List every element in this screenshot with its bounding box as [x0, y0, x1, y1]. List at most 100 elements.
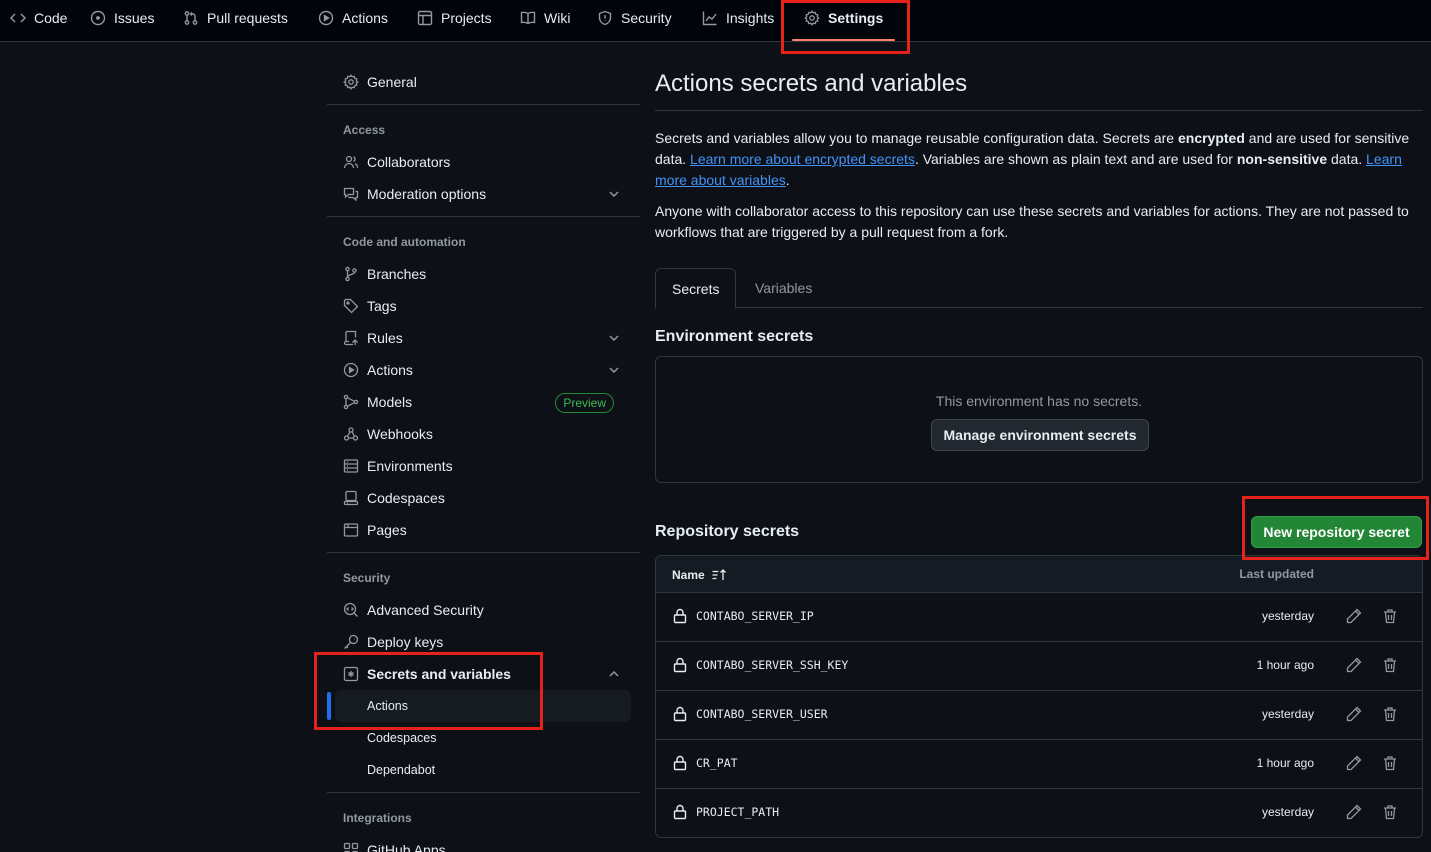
lock-icon	[672, 608, 688, 624]
sidebar-heading-integrations: Integrations	[343, 811, 412, 825]
webhook-icon	[343, 426, 359, 442]
column-header-name: Name	[672, 568, 705, 582]
pencil-icon[interactable]	[1346, 657, 1362, 673]
browser-icon	[343, 522, 359, 538]
sidebar-divider	[327, 104, 640, 105]
manage-environment-secrets-button[interactable]: Manage environment secrets	[931, 419, 1149, 451]
table-icon	[417, 10, 433, 26]
tab-label: Projects	[441, 10, 492, 26]
sidebar-item-secrets-and-variables[interactable]: Secrets and variables	[327, 658, 631, 690]
sidebar-item-pages[interactable]: Pages	[327, 514, 631, 546]
sidebar-item-collaborators[interactable]: Collaborators	[327, 146, 631, 178]
sidebar-item-label: Rules	[367, 330, 403, 346]
sidebar-item-branches[interactable]: Branches	[327, 258, 631, 290]
repository-secrets-table: Name Last updated CONTABO_SERVER_IP yest…	[655, 555, 1423, 838]
secret-last-updated: 1 hour ago	[1256, 658, 1314, 672]
tab-code[interactable]: Code	[2, 0, 75, 36]
collaborator-note: Anyone with collaborator access to this …	[655, 203, 1409, 240]
learn-more-secrets-link[interactable]: Learn more about encrypted secrets	[690, 151, 915, 167]
intro-text: Secrets and variables allow you to manag…	[655, 130, 1178, 146]
sidebar-item-label: Codespaces	[367, 731, 437, 745]
apps-icon	[343, 842, 359, 852]
tab-secrets[interactable]: Secrets	[655, 268, 737, 309]
environment-secrets-box: This environment has no secrets. Manage …	[655, 356, 1423, 483]
sidebar-item-codespaces[interactable]: Codespaces	[327, 482, 631, 514]
tab-wiki[interactable]: Wiki	[512, 0, 578, 36]
sidebar-subitem-dependabot[interactable]: Dependabot	[327, 754, 631, 786]
pencil-icon[interactable]	[1346, 706, 1362, 722]
sidebar-item-label: Actions	[367, 362, 413, 378]
tab-variables[interactable]: Variables	[739, 268, 828, 308]
sidebar-item-tags[interactable]: Tags	[327, 290, 631, 322]
page-title: Actions secrets and variables	[655, 70, 968, 97]
table-row: CR_PAT 1 hour ago	[656, 740, 1422, 789]
branch-icon	[343, 266, 359, 282]
tab-label: Secrets	[672, 280, 720, 297]
sidebar-item-moderation[interactable]: Moderation options	[327, 178, 631, 210]
pencil-icon[interactable]	[1346, 804, 1362, 820]
sidebar-item-actions[interactable]: Actions	[327, 354, 631, 386]
sidebar-item-models[interactable]: Models Preview	[327, 386, 631, 418]
tab-label: Settings	[828, 10, 884, 26]
sidebar-divider	[327, 216, 640, 217]
sidebar-item-general[interactable]: General	[327, 66, 631, 98]
sidebar-item-deploy-keys[interactable]: Deploy keys	[327, 626, 631, 658]
graph-icon	[702, 10, 718, 26]
repository-secrets-title: Repository secrets	[655, 523, 800, 540]
sidebar-subitem-actions[interactable]: Actions	[335, 690, 631, 722]
sort-asc-icon	[711, 567, 727, 583]
tab-issues[interactable]: Issues	[82, 0, 162, 36]
sidebar-item-advanced-security[interactable]: Advanced Security	[327, 594, 631, 626]
column-name-sort[interactable]: Name	[672, 567, 727, 583]
table-row: CONTABO_SERVER_USER yesterday	[656, 691, 1422, 740]
sidebar-item-rules[interactable]: Rules	[327, 322, 631, 354]
secret-name: PROJECT_PATH	[696, 805, 780, 819]
sidebar-divider	[327, 552, 640, 553]
sidebar-item-label: Tags	[367, 298, 397, 314]
tab-label: Actions	[342, 10, 388, 26]
trash-icon[interactable]	[1382, 706, 1398, 722]
sidebar-item-label: Moderation options	[367, 186, 487, 202]
selected-indicator	[327, 692, 331, 720]
sidebar-heading-security: Security	[343, 571, 391, 585]
tab-pull-requests[interactable]: Pull requests	[175, 0, 296, 36]
table-header: Name Last updated	[656, 556, 1422, 593]
chevron-down-icon	[607, 331, 621, 345]
sidebar-item-label: Branches	[367, 266, 427, 282]
tab-actions[interactable]: Actions	[310, 0, 396, 36]
tab-projects[interactable]: Projects	[409, 0, 500, 36]
new-repository-secret-button[interactable]: New repository secret	[1251, 516, 1422, 548]
sidebar-item-label: Advanced Security	[367, 602, 484, 618]
title-divider	[655, 110, 1423, 111]
trash-icon[interactable]	[1382, 755, 1398, 771]
pencil-icon[interactable]	[1346, 608, 1362, 624]
tab-insights[interactable]: Insights	[694, 0, 782, 36]
chevron-down-icon	[607, 363, 621, 377]
tab-security[interactable]: Security	[589, 0, 680, 36]
tab-label: Code	[34, 10, 68, 26]
preview-badge: Preview	[555, 393, 614, 413]
sidebar-item-label: Models	[367, 394, 413, 410]
book-icon	[520, 10, 536, 26]
sidebar-subitem-codespaces[interactable]: Codespaces	[327, 722, 631, 754]
tab-label: Pull requests	[207, 10, 288, 26]
chevron-down-icon	[607, 187, 621, 201]
tab-label: Insights	[726, 10, 775, 26]
pencil-icon[interactable]	[1346, 755, 1362, 771]
trash-icon[interactable]	[1382, 657, 1398, 673]
repo-push-icon	[343, 330, 359, 346]
sidebar-item-github-apps[interactable]: GitHub Apps	[327, 834, 631, 852]
sidebar-item-label: Codespaces	[367, 490, 445, 506]
sidebar-item-environments[interactable]: Environments	[327, 450, 631, 482]
sidebar-divider	[327, 792, 640, 793]
trash-icon[interactable]	[1382, 608, 1398, 624]
tab-settings[interactable]: Settings	[791, 0, 896, 41]
gear-icon	[804, 10, 820, 26]
column-header-last-updated: Last updated	[1239, 567, 1314, 581]
trash-icon[interactable]	[1382, 804, 1398, 820]
secret-last-updated: 1 hour ago	[1256, 756, 1314, 770]
sidebar-item-webhooks[interactable]: Webhooks	[327, 418, 631, 450]
sidebar-item-label: Environments	[367, 458, 453, 474]
sidebar-item-label: Webhooks	[367, 426, 433, 442]
secrets-variables-tabs: Secrets Variables	[655, 268, 1423, 309]
